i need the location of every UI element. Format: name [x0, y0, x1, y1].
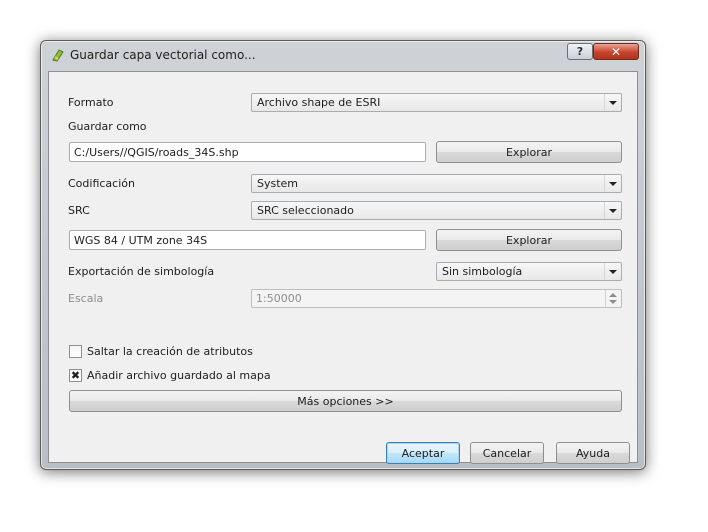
- crs-text-value: WGS 84 / UTM zone 34S: [74, 234, 208, 247]
- encoding-combobox[interactable]: System: [251, 174, 622, 193]
- skip-attributes-label: Saltar la creación de atributos: [87, 345, 253, 358]
- symbology-combobox[interactable]: Sin simbología: [436, 262, 622, 281]
- help-button[interactable]: Ayuda: [556, 442, 630, 464]
- cancel-button[interactable]: Cancelar: [470, 442, 544, 464]
- crs-value: SRC seleccionado: [257, 204, 354, 217]
- spin-arrows-icon[interactable]: [605, 290, 621, 307]
- format-value: Archivo shape de ESRI: [257, 96, 381, 109]
- crs-text-input[interactable]: WGS 84 / UTM zone 34S: [69, 230, 426, 250]
- format-label: Formato: [68, 96, 114, 109]
- chevron-down-icon: [604, 263, 621, 280]
- browse-file-button[interactable]: Explorar: [436, 141, 622, 163]
- browse-crs-button[interactable]: Explorar: [436, 229, 622, 251]
- save-as-path-value: C:/Users//QGIS/roads_34S.shp: [74, 146, 239, 159]
- add-to-map-label: Añadir archivo guardado al mapa: [87, 369, 271, 382]
- scale-spinbox[interactable]: 1:50000: [251, 289, 622, 308]
- save-as-label: Guardar como: [68, 120, 147, 133]
- scale-label: Escala: [68, 292, 104, 305]
- encoding-value: System: [257, 177, 299, 190]
- save-vector-layer-dialog: Guardar capa vectorial como... ? ✕ Forma…: [40, 40, 646, 470]
- checkmark-icon: ✖: [70, 369, 81, 382]
- accept-button[interactable]: Aceptar: [386, 442, 460, 464]
- format-combobox[interactable]: Archivo shape de ESRI: [251, 93, 622, 112]
- symbology-export-label: Exportación de simbología: [68, 265, 215, 278]
- more-options-button[interactable]: Más opciones >>: [69, 390, 622, 412]
- symbology-value: Sin simbología: [442, 265, 523, 278]
- crs-combobox[interactable]: SRC seleccionado: [251, 201, 622, 220]
- add-to-map-checkbox[interactable]: ✖: [69, 369, 82, 382]
- skip-attributes-checkbox[interactable]: [69, 345, 82, 358]
- chevron-down-icon: [604, 202, 621, 219]
- scale-value: 1:50000: [256, 292, 302, 305]
- help-icon-button[interactable]: ?: [567, 43, 593, 60]
- crs-label: SRC: [68, 204, 90, 217]
- title-bar[interactable]: Guardar capa vectorial como... ? ✕: [41, 41, 645, 69]
- chevron-down-icon: [604, 94, 621, 111]
- close-icon-button[interactable]: ✕: [593, 43, 639, 60]
- qgis-logo-icon: [52, 49, 64, 62]
- dialog-body: Formato Archivo shape de ESRI Guardar co…: [48, 71, 638, 464]
- encoding-label: Codificación: [68, 177, 135, 190]
- save-as-path-input[interactable]: C:/Users//QGIS/roads_34S.shp: [69, 142, 426, 162]
- window-title: Guardar capa vectorial como...: [70, 48, 256, 62]
- chevron-down-icon: [604, 175, 621, 192]
